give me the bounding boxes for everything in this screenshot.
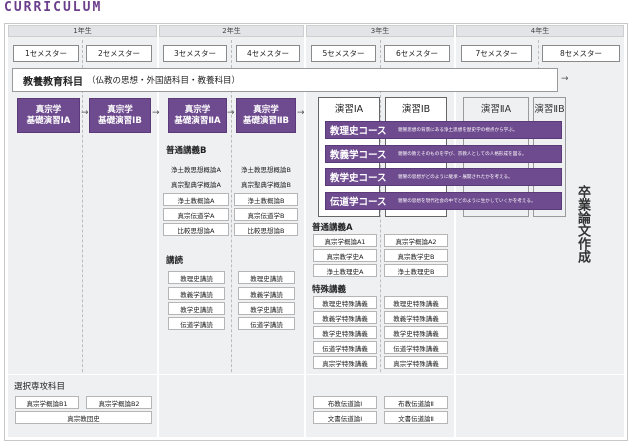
- elective-item: 真宗教団史: [15, 411, 152, 424]
- course-kyogigaku: 教義学コース 親鸞の教えそのものを学び、宗教人としての人格形成を図る。: [325, 145, 562, 163]
- tokushu-item: 教学史特殊講義: [313, 326, 377, 339]
- general-education-band: 教養教育科目 （仏教の思想・外国語科目・教養科目）: [12, 68, 558, 92]
- fukyo-item: 文書伝道論Ⅰ: [313, 411, 377, 424]
- elective-item: 真宗学概論B1: [15, 396, 79, 409]
- year-header-1: 1年生: [8, 25, 157, 37]
- kiso-seminar-2a: 真宗学 基礎演習ⅡA: [168, 98, 227, 133]
- futsu-b-item: 真宗伝道学B: [234, 208, 298, 221]
- course-kyogakushi: 教学史コース 親鸞の思想がどのように継承・展開されたかを考える。: [325, 168, 562, 186]
- kodoku-item: 教理史講読: [168, 271, 225, 284]
- semester-2: 2セメスター: [86, 45, 152, 62]
- fukyo-item: 布教伝道論Ⅱ: [384, 396, 448, 409]
- course-dendogaku: 伝道学コース 親鸞の思想を現代社会の中でどのように生かしていくかを考える。: [325, 192, 562, 210]
- semester-7: 7セメスター: [461, 45, 532, 62]
- futsu-b-item: 真宗伝道学A: [163, 208, 229, 221]
- page-title: CURRICULUM: [4, 0, 103, 15]
- futsu-b-item: 浄土教思想概論B: [241, 165, 291, 174]
- futsu-a-heading: 普通講義A: [312, 223, 353, 233]
- futsu-b-item: 比較思想論B: [234, 223, 298, 236]
- fukyo-item: 文書伝道論Ⅱ: [384, 411, 448, 424]
- tokushu-item: 真宗学特殊講義: [313, 356, 377, 369]
- tokushu-item: 教学史特殊講義: [384, 326, 448, 339]
- tokushu-item: 教義学特殊講義: [313, 311, 377, 324]
- tokushu-item: 伝道学特殊講義: [384, 341, 448, 354]
- semester-5: 5セメスター: [311, 45, 376, 62]
- semester-6: 6セメスター: [384, 45, 450, 62]
- kiso-seminar-2b: 真宗学 基礎演習ⅡB: [236, 98, 296, 133]
- futsu-b-heading: 普通講義B: [166, 146, 207, 156]
- semester-1: 1セメスター: [13, 45, 79, 62]
- tokushu-item: 教義学特殊講義: [384, 311, 448, 324]
- year-header-2: 2年生: [159, 25, 304, 37]
- elective-divider-white-2: [304, 374, 306, 437]
- course-kyorishi: 教理史コース 親鸞思想の背景にある浄土思想を歴史学の視点から学ぶ。: [325, 121, 562, 139]
- arrow-right-icon: →: [561, 74, 569, 84]
- futsu-b-item: 浄土教思想概論A: [171, 165, 221, 174]
- futsu-a-item: 真宗学概論A1: [313, 234, 377, 247]
- futsu-a-item: 真宗学概論A2: [384, 234, 448, 247]
- tokushu-item: 教理史特殊講義: [313, 296, 377, 309]
- tokushu-item: 教理史特殊講義: [384, 296, 448, 309]
- semester-divider: [538, 40, 539, 70]
- arrow-right-icon: →: [297, 108, 305, 118]
- kodoku-item: 教学史講読: [238, 302, 295, 315]
- kodoku-heading: 講読: [166, 256, 184, 266]
- futsu-b-item: 浄土教概論A: [163, 193, 229, 206]
- futsu-a-item: 真宗教学史A: [313, 249, 377, 262]
- elective-heading: 選択専攻科目: [14, 382, 66, 392]
- tokushu-item: 伝道学特殊講義: [313, 341, 377, 354]
- kodoku-item: 伝道学講読: [168, 317, 225, 330]
- kodoku-item: 教義学講読: [168, 287, 225, 300]
- kodoku-item: 教学史講読: [168, 302, 225, 315]
- futsu-b-item: 浄土教概論B: [234, 193, 298, 206]
- elective-item: 真宗学概論B2: [86, 396, 152, 409]
- kodoku-item: 伝道学講読: [238, 317, 295, 330]
- tokushu-heading: 特殊講義: [312, 285, 347, 295]
- arrow-right-icon: →: [227, 108, 235, 118]
- arrow-right-icon: →: [81, 108, 89, 118]
- futsu-a-item: 浄土教理史A: [313, 264, 377, 277]
- futsu-b-item: 比較思想論A: [163, 223, 229, 236]
- general-education-subtitle: （仏教の思想・外国語科目・教養科目）: [87, 76, 241, 86]
- year-header-3: 3年生: [306, 25, 454, 37]
- elective-divider-white-3: [454, 374, 456, 437]
- kodoku-item: 教理史講読: [238, 271, 295, 284]
- futsu-b-item: 真宗聖典学概論A: [171, 180, 221, 189]
- semester-4: 4セメスター: [236, 45, 300, 62]
- general-education-title: 教養教育科目: [23, 76, 83, 88]
- kiso-seminar-1a: 真宗学 基礎演習ⅠA: [17, 98, 80, 133]
- kodoku-item: 教義学講読: [238, 287, 295, 300]
- elective-divider-white-1: [157, 374, 159, 437]
- futsu-a-item: 真宗教学史B: [384, 249, 448, 262]
- graduation-thesis-label: 卒業論文作成: [575, 185, 590, 263]
- arrow-right-icon: →: [152, 108, 160, 118]
- semester-3: 3セメスター: [163, 45, 227, 62]
- semester-8: 8セメスター: [542, 45, 620, 62]
- tokushu-item: 真宗学特殊講義: [384, 356, 448, 369]
- futsu-b-item: 真宗聖典学概論B: [241, 180, 291, 189]
- fukyo-item: 布教伝道論Ⅰ: [313, 396, 377, 409]
- kiso-seminar-1b: 真宗学 基礎演習ⅠB: [89, 98, 151, 133]
- futsu-a-item: 浄土教理史B: [384, 264, 448, 277]
- year-header-4: 4年生: [456, 25, 624, 37]
